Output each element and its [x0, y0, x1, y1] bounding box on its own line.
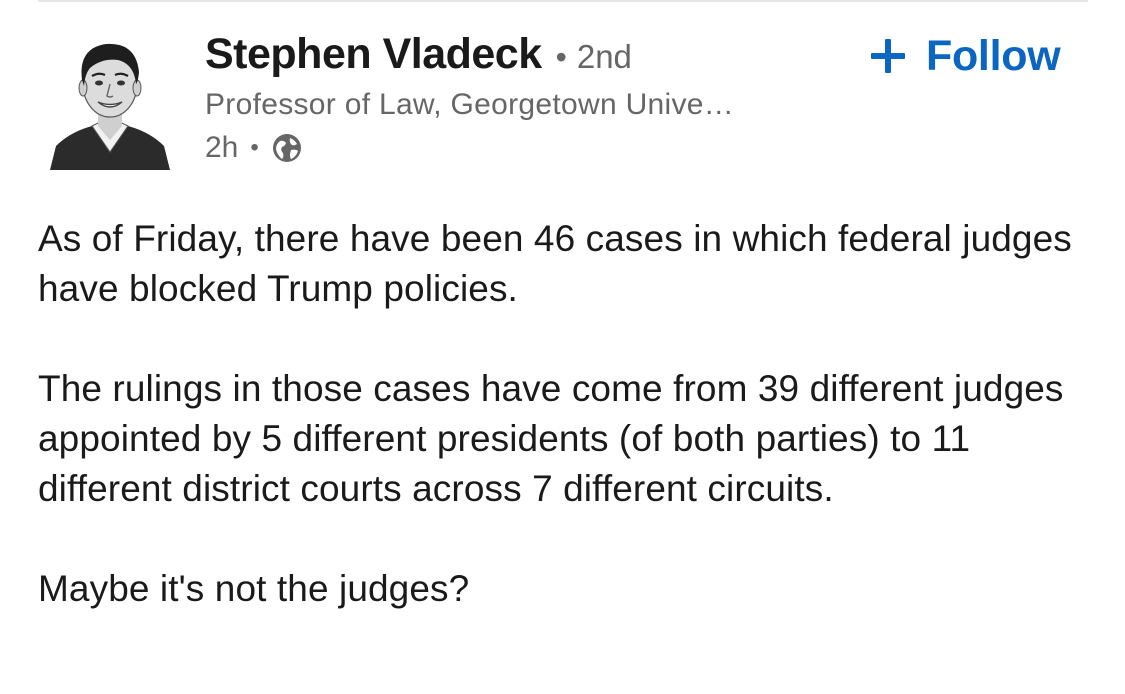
post-meta: 2h •	[205, 128, 303, 168]
post-paragraph: As of Friday, there have been 46 cases i…	[38, 218, 1072, 309]
post-paragraph: The rulings in those cases have come fro…	[38, 368, 1064, 509]
author-name-row: Stephen Vladeck • 2nd	[205, 30, 632, 82]
post-body: As of Friday, there have been 46 cases i…	[38, 214, 1098, 664]
post-header: Stephen Vladeck • 2nd Professor of Law, …	[0, 0, 1125, 190]
connection-degree: 2nd	[576, 38, 632, 75]
separator-dot: •	[555, 39, 567, 75]
follow-button[interactable]: Follow	[868, 30, 1061, 82]
post-paragraph: Maybe it's not the judges?	[38, 568, 470, 609]
author-name[interactable]: Stephen Vladeck	[205, 30, 542, 79]
author-headline: Professor of Law, Georgetown Unive…	[205, 88, 735, 121]
post-timestamp: 2h	[205, 131, 239, 164]
plus-icon	[868, 36, 908, 76]
avatar[interactable]	[50, 28, 170, 170]
avatar-illustration	[50, 43, 170, 170]
globe-icon	[271, 132, 303, 164]
follow-label: Follow	[926, 31, 1061, 80]
meta-separator-dot: •	[250, 134, 259, 161]
